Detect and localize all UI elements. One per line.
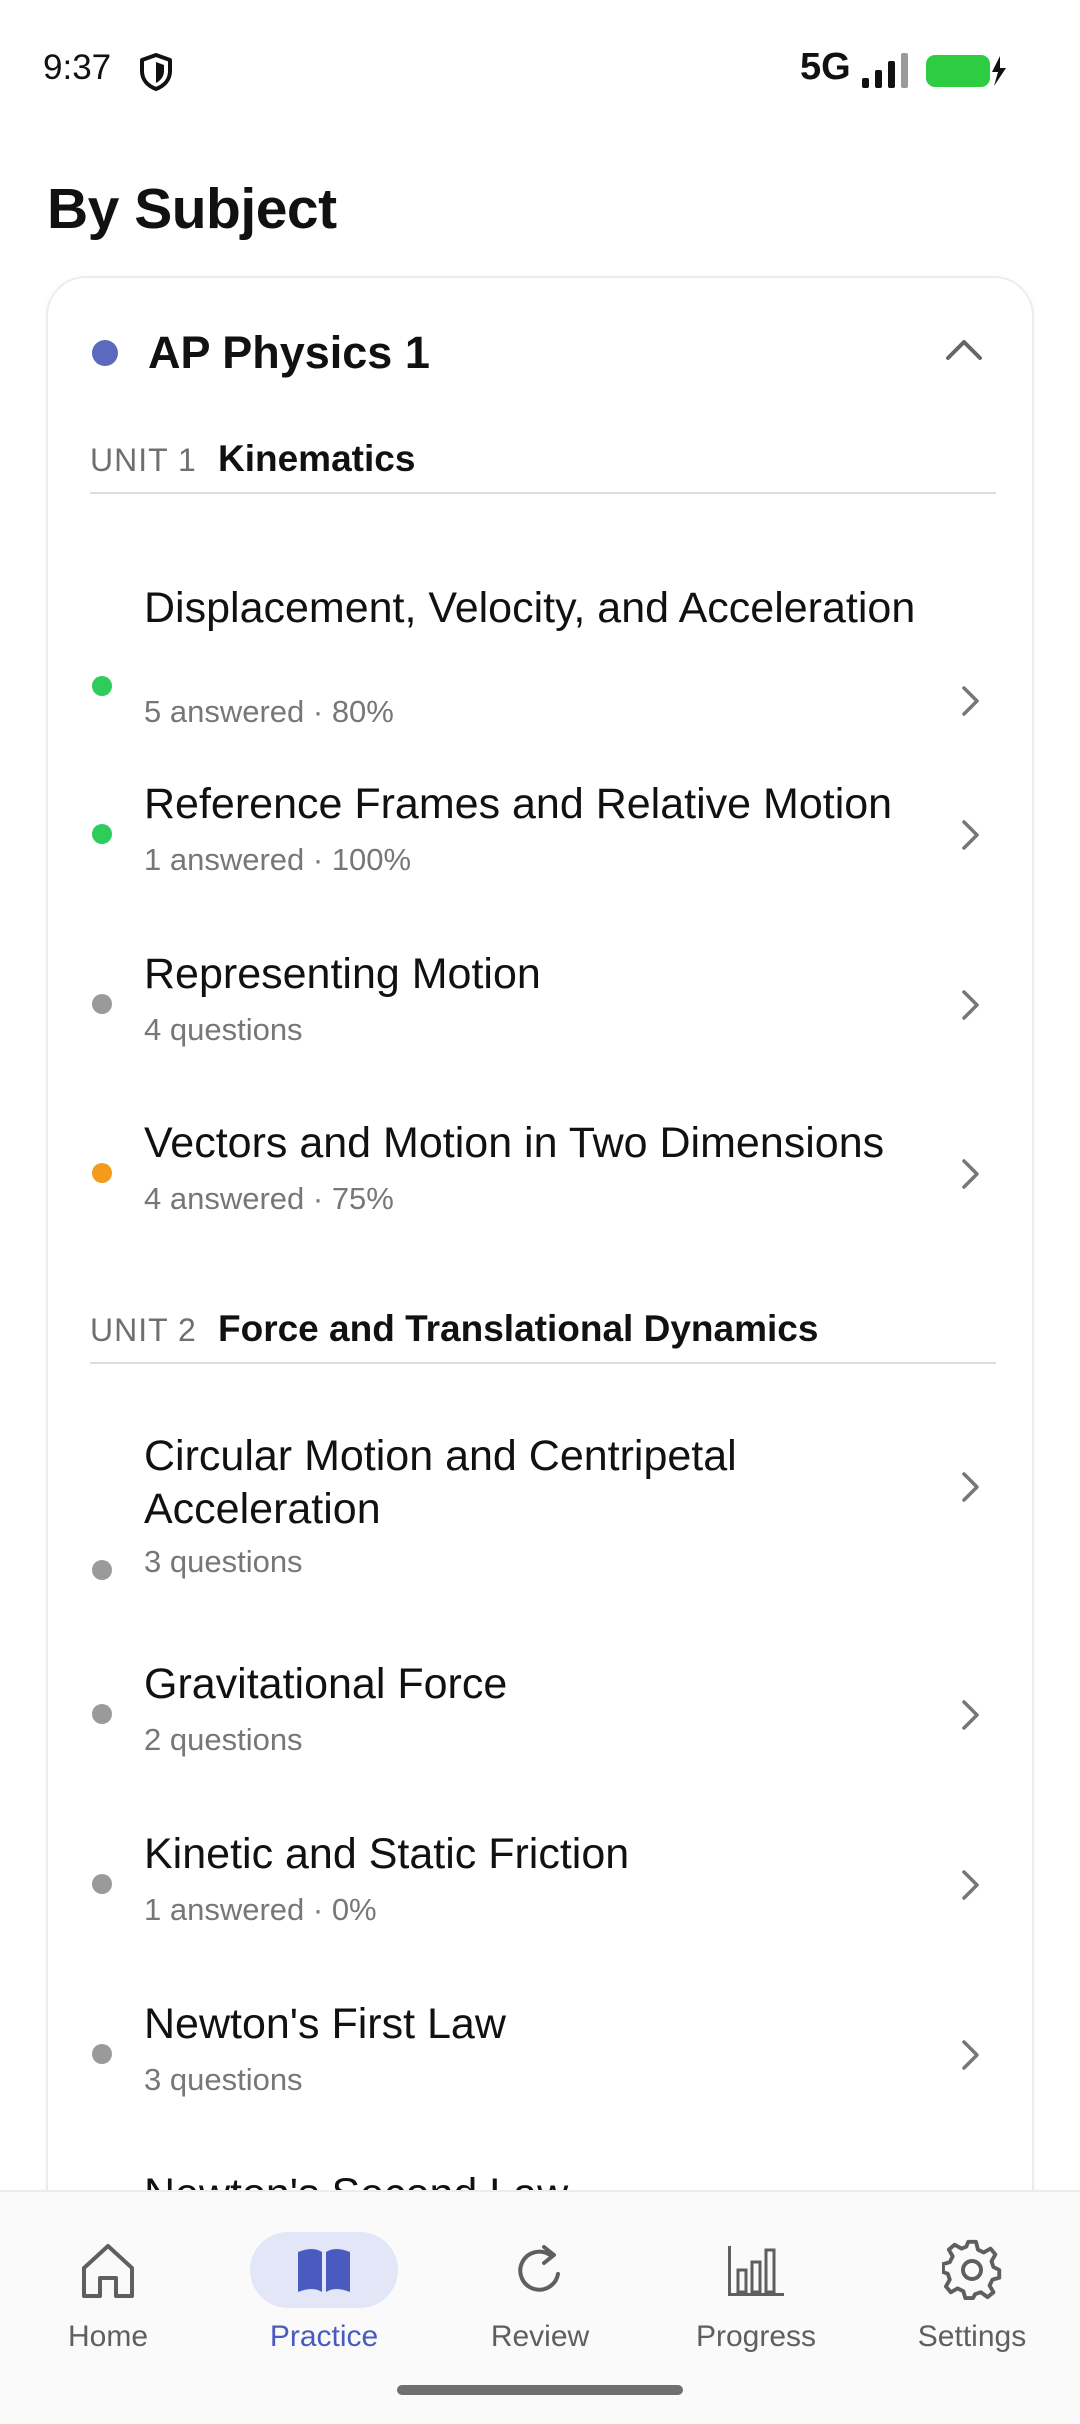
unit-tag: UNIT 2 [90,1312,197,1348]
topic-meta: 3 questions [144,2062,303,2097]
topic-item[interactable]: Kinetic and Static Friction 1 answered ·… [48,1828,1032,1978]
topic-item[interactable]: Displacement, Velocity, and Acceleration… [48,546,1032,729]
nav-label: Settings [917,2320,1027,2353]
nav-label: Progress [695,2320,817,2353]
nav-label: Practice [269,2320,379,2353]
chevron-right-icon [962,1159,979,1189]
home-indicator [397,2385,683,2395]
unit-name: Kinematics [218,438,416,479]
topic-status-dot [92,1163,112,1183]
topic-item[interactable]: Representing Motion 4 questions [48,948,1032,1098]
topic-title: Reference Frames and Relative Motion [144,780,893,828]
topic-meta: 2 questions [144,1722,303,1757]
topic-meta: 1 answered · 100% [144,842,412,877]
nav-progress[interactable]: Progress [648,2192,864,2392]
topic-title: Vectors and Motion in Two Dimensions [144,1119,885,1167]
chevron-right-icon [962,686,979,716]
unit-header: UNIT 2 Force and Translational Dynamics [90,1294,996,1364]
refresh-icon [518,2245,560,2292]
signal-bars-icon [862,53,908,88]
subject-card: AP Physics 1 UNIT 1 Kinematics Displacem… [46,276,1034,2424]
chevron-right-icon [962,990,979,1020]
topic-status-dot [92,1560,112,1580]
topic-title: Gravitational Force [144,1660,508,1708]
topic-meta: 3 questions [144,1544,303,1579]
chevron-right-icon [962,2040,979,2070]
page-title: By Subject [47,177,337,241]
topic-item[interactable]: Circular Motion and Centripetal Accelera… [48,1430,1032,1596]
topic-status-dot [92,676,112,696]
topic-status-dot [92,824,112,844]
topic-item[interactable]: Gravitational Force 2 questions [48,1658,1032,1808]
nav-label: Review [490,2320,590,2353]
topic-meta: 1 answered · 0% [144,1892,377,1927]
nav-practice[interactable]: Practice [216,2192,432,2392]
unit-name: Force and Translational Dynamics [218,1308,819,1349]
topic-meta: 5 answered · 80% [144,694,394,729]
chevron-right-icon [962,820,979,850]
subject-color-dot [92,340,118,366]
topic-item[interactable]: Reference Frames and Relative Motion 1 a… [48,778,1032,928]
subject-header[interactable]: AP Physics 1 [48,278,1032,428]
topic-title: Circular Motion and Centripetal Accelera… [144,1432,737,1533]
topic-item[interactable]: Vectors and Motion in Two Dimensions 4 a… [48,1117,1032,1267]
topic-meta: 4 answered · 75% [144,1181,394,1216]
topic-status-dot [92,1874,112,1894]
topic-title: Kinetic and Static Friction [144,1830,630,1878]
gear-icon [942,2239,1002,2301]
topic-item[interactable]: Newton's First Law 3 questions [48,1998,1032,2148]
battery-charging-icon [926,55,1006,87]
topic-status-dot [92,994,112,1014]
chevron-right-icon [962,1870,979,1900]
status-bar: 9:37 5G [0,0,1080,140]
chevron-right-icon [962,1472,979,1502]
topic-status-dot [92,2044,112,2064]
chevron-right-icon [962,1700,979,1730]
topic-status-dot [92,1704,112,1724]
unit-tag: UNIT 1 [90,442,197,478]
status-time: 9:37 [43,48,112,87]
network-label: 5G [800,46,851,88]
topic-title: Representing Motion [144,950,541,998]
unit-header: UNIT 1 Kinematics [90,424,996,494]
topic-meta: 4 questions [144,1012,303,1047]
home-icon [82,2244,134,2298]
book-icon [298,2249,350,2292]
nav-home[interactable]: Home [0,2192,216,2392]
bar-chart-icon [728,2246,784,2296]
topic-title: Newton's First Law [144,2000,506,2048]
nav-label: Home [67,2320,149,2353]
chevron-up-icon[interactable] [944,334,984,362]
shield-icon [140,53,172,91]
subject-title: AP Physics 1 [148,327,430,378]
topic-title: Displacement, Velocity, and Acceleration [144,584,916,632]
nav-settings[interactable]: Settings [864,2192,1080,2392]
nav-review[interactable]: Review [432,2192,648,2392]
screen: 9:37 5G By Subject AP Physics 1 UNIT 1 K… [0,0,1080,2424]
